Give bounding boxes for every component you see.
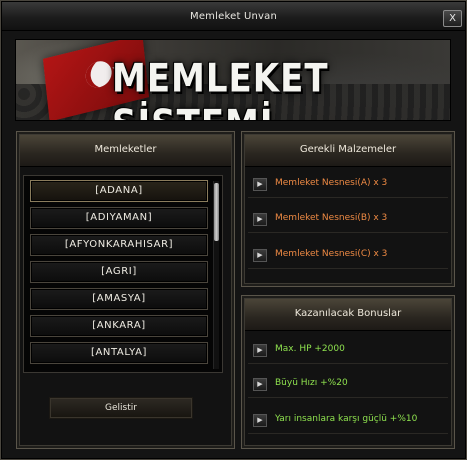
bonus-label: Büyü Hızı +%20	[275, 378, 348, 388]
city-item-antalya[interactable]: [ANTALYA]	[30, 342, 208, 364]
crescent-icon	[84, 58, 113, 91]
arrow-icon[interactable]: ▶	[253, 213, 267, 226]
requirements-panel: Gerekli Malzemeler ▶ Memleket Nesnesi(A)…	[241, 131, 455, 287]
bonus-row: ▶ Yarı insanlara karşı güçlü +%10	[248, 408, 448, 434]
bonuses-panel-title: Kazanılacak Bonuslar	[245, 299, 451, 331]
arrow-icon[interactable]: ▶	[253, 249, 267, 262]
arrow-icon[interactable]: ▶	[253, 344, 267, 357]
city-item-adana[interactable]: [ADANA]	[30, 180, 208, 202]
requirement-label: Memleket Nesnesi(B) x 3	[275, 213, 388, 223]
memleket-window: Memleket Unvan X ★ MEMLEKET SİSTEMİ Meml…	[0, 0, 467, 460]
requirement-label: Memleket Nesnesi(C) x 3	[275, 249, 388, 259]
bonuses-panel: Kazanılacak Bonuslar ▶ Max. HP +2000 ▶ B…	[241, 295, 455, 449]
city-item-amasya[interactable]: [AMASYA]	[30, 288, 208, 310]
city-item-agri[interactable]: [AGRI]	[30, 261, 208, 283]
requirement-row: ▶ Memleket Nesnesi(A) x 3	[248, 172, 448, 198]
bonus-row: ▶ Max. HP +2000	[248, 338, 448, 364]
develop-button[interactable]: Gelistir	[49, 397, 193, 419]
city-list-scrollbar[interactable]	[213, 181, 219, 369]
requirement-row: ▶ Memleket Nesnesi(C) x 3	[248, 243, 448, 269]
bonus-label: Max. HP +2000	[275, 344, 345, 354]
bonus-label: Yarı insanlara karşı güçlü +%10	[275, 414, 418, 424]
city-item-adiyaman[interactable]: [ADIYAMAN]	[30, 207, 208, 229]
title-bar[interactable]: Memleket Unvan X	[2, 2, 465, 31]
banner-logo-text: MEMLEKET SİSTEMİ	[112, 56, 329, 120]
arrow-icon[interactable]: ▶	[253, 178, 267, 191]
city-list: [ADANA] [ADIYAMAN] [AFYONKARAHISAR] [AGR…	[23, 175, 223, 373]
requirement-row: ▶ Memleket Nesnesi(B) x 3	[248, 207, 448, 233]
cities-panel-title: Memleketler	[20, 135, 231, 167]
close-button[interactable]: X	[443, 10, 462, 27]
requirements-panel-title: Gerekli Malzemeler	[245, 135, 451, 167]
city-item-afyonkarahisar[interactable]: [AFYONKARAHISAR]	[30, 234, 208, 256]
arrow-icon[interactable]: ▶	[253, 378, 267, 391]
window-title: Memleket Unvan	[190, 11, 277, 22]
bonus-row: ▶ Büyü Hızı +%20	[248, 372, 448, 398]
scrollbar-thumb[interactable]	[214, 183, 219, 241]
requirement-label: Memleket Nesnesi(A) x 3	[275, 178, 388, 188]
city-item-ankara[interactable]: [ANKARA]	[30, 315, 208, 337]
arrow-icon[interactable]: ▶	[253, 414, 267, 427]
banner-image: ★ MEMLEKET SİSTEMİ	[15, 39, 451, 121]
